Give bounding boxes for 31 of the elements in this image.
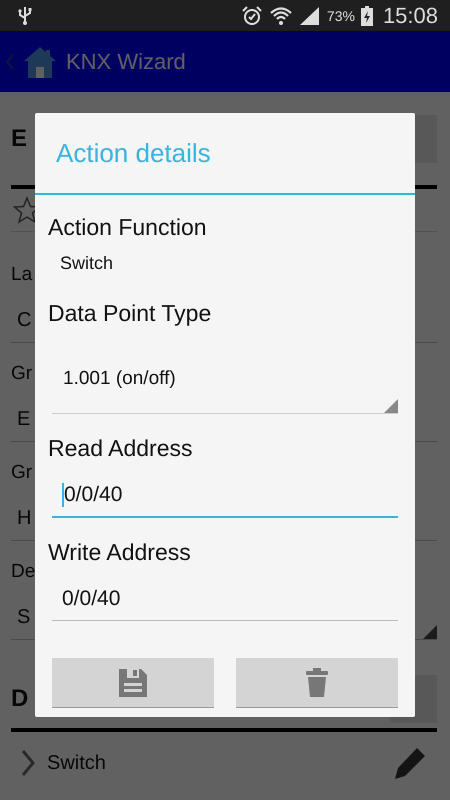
clock-time: 15:08	[382, 2, 438, 28]
battery-percent: 73%	[326, 8, 355, 24]
section-heading: E	[11, 124, 28, 152]
field-label: La	[11, 263, 32, 287]
field-label: Gr	[11, 461, 32, 485]
dialog-title: Action details	[55, 137, 211, 170]
field-label: Read Address	[48, 434, 194, 463]
battery-charging-icon	[360, 6, 373, 26]
dropdown-corner-icon	[384, 399, 398, 413]
save-button[interactable]	[52, 658, 214, 708]
field-label: De	[11, 560, 36, 584]
wifi-icon	[268, 4, 293, 26]
house-icon	[22, 44, 58, 78]
field-label: Write Address	[48, 538, 192, 567]
alarm-icon	[240, 4, 263, 26]
app-title: KNX Wizard	[66, 48, 186, 74]
dropdown[interactable]: 1.001 (on/off)	[52, 345, 398, 414]
field-value: Switch	[59, 252, 114, 275]
section-heading: D	[11, 685, 28, 713]
field-label: Data Point Type	[48, 299, 212, 328]
field-label: Action Function	[48, 213, 208, 242]
field-label: Gr	[11, 362, 32, 386]
signal-icon	[298, 6, 321, 26]
pencil-icon[interactable]	[393, 746, 427, 780]
delete-button[interactable]	[236, 658, 398, 708]
usb-icon	[18, 6, 32, 26]
dropdown-corner-icon	[423, 625, 437, 639]
input-field[interactable]: 0/0/40	[52, 578, 398, 621]
trash-icon	[306, 668, 328, 698]
chevron-right-icon	[21, 749, 35, 777]
input-field[interactable]: 0/0/40	[52, 474, 398, 518]
